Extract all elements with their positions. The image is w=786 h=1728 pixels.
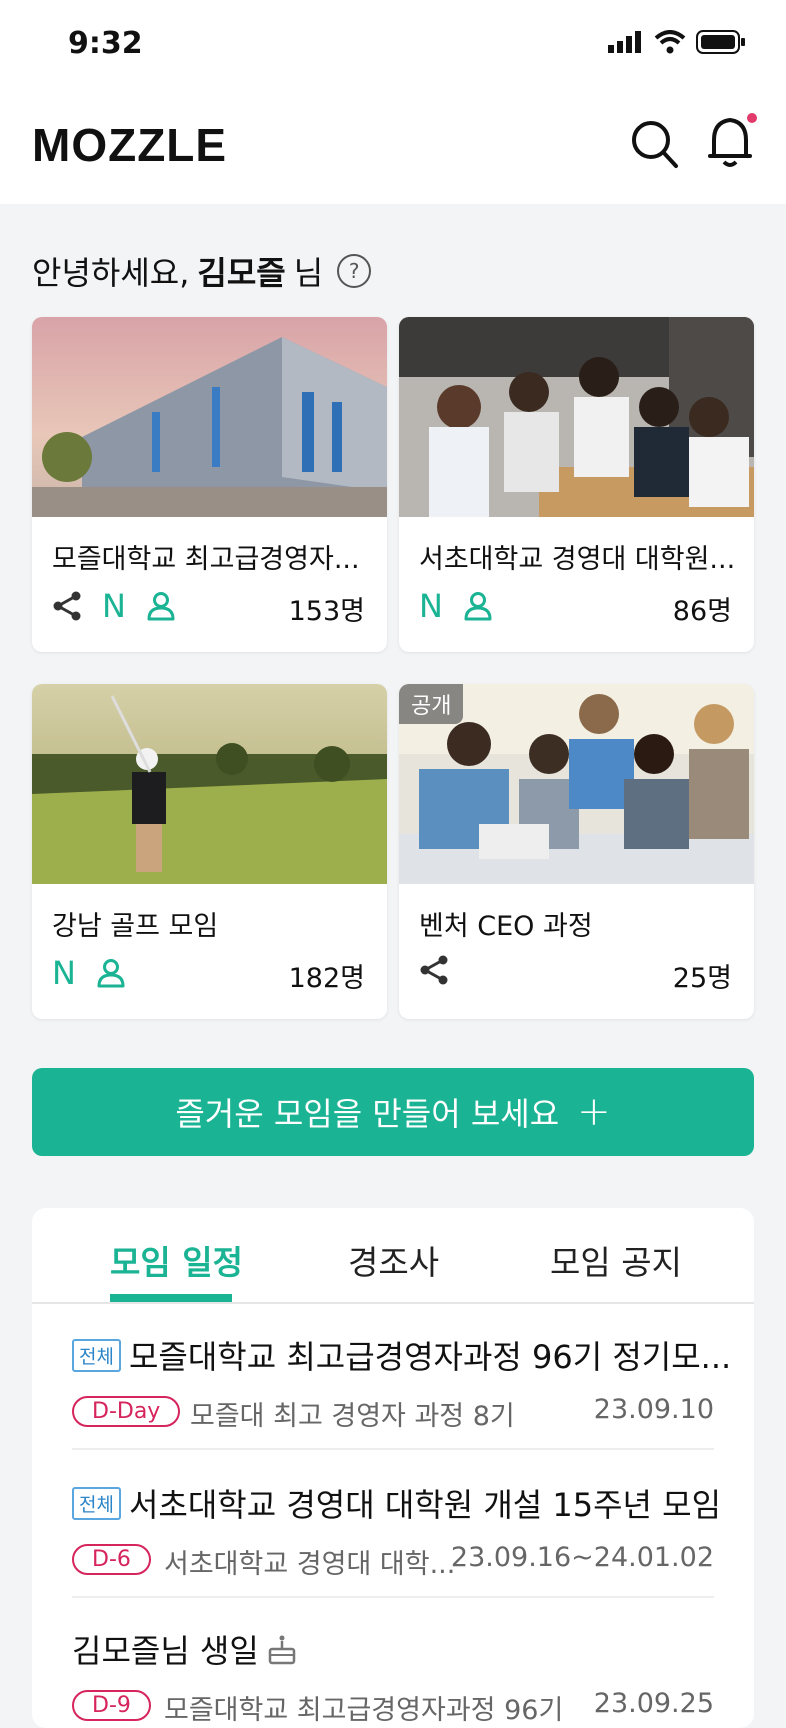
group-card[interactable]: 공개 벤처 CEO 과정 25명 — [399, 684, 754, 1019]
group-card-badges: N — [52, 954, 126, 992]
group-card-badges: N — [419, 587, 493, 625]
event-date: 23.09.10 — [593, 1394, 714, 1425]
divider — [72, 1596, 714, 1598]
event-title: 김모즐님 생일 — [72, 1632, 259, 1670]
battery-icon — [696, 30, 745, 54]
help-icon[interactable]: ? — [337, 254, 372, 288]
search-icon[interactable] — [630, 118, 680, 172]
event-group: 모즐대학교 최고급경영자과정 96기 — [164, 1695, 564, 1726]
tab-notice[interactable]: 모임 공지 — [550, 1236, 682, 1284]
event-title: 서초대학교 경영대 대학원 개설 15주년 모임 — [128, 1486, 722, 1524]
divider — [72, 1448, 714, 1450]
greeting-prefix: 안녕하세요, — [32, 254, 190, 292]
event-group: 모즐대 최고 경영자 과정 8기 — [190, 1401, 515, 1432]
public-tag: 공개 — [399, 684, 464, 724]
share-icon[interactable] — [52, 590, 82, 622]
status-icons — [608, 30, 746, 54]
group-card[interactable]: 서초대학교 경영대 대학원... N 86명 — [399, 317, 754, 652]
group-card-title: 강남 골프 모임 — [52, 911, 219, 942]
event-item[interactable]: 전체 모즐대학교 최고급경영자과정 96기 정기모... D-Day 모즐대 최… — [72, 1332, 731, 1434]
event-group: 서초대학교 경영대 대학... — [164, 1549, 456, 1580]
app-logo[interactable]: MOZZLE — [32, 118, 227, 172]
dday-badge: D-6 — [72, 1544, 151, 1575]
group-card-badges: N — [52, 587, 176, 625]
status-bar: 9:32 — [0, 0, 786, 92]
group-card-title: 벤처 CEO 과정 — [419, 911, 593, 942]
group-card[interactable]: 강남 골프 모임 N 182명 — [32, 684, 387, 1019]
greeting-suffix: 님 — [293, 254, 324, 292]
group-card-badges — [419, 954, 449, 986]
new-badge: N — [52, 954, 76, 992]
event-title: 모즐대학교 최고급경영자과정 96기 정기모... — [128, 1338, 732, 1376]
notification-dot — [747, 113, 757, 123]
wifi-icon — [654, 30, 686, 54]
member-icon — [464, 592, 492, 621]
create-group-label: 즐거운 모임을 만들어 보세요 — [175, 1095, 560, 1133]
group-card-image: 공개 — [399, 684, 754, 884]
group-card[interactable]: 모즐대학교 최고급경영자... N 153명 — [32, 317, 387, 652]
event-item[interactable]: 전체 서초대학교 경영대 대학원 개설 15주년 모임 D-6 서초대학교 경영… — [72, 1480, 721, 1582]
create-group-button[interactable]: 즐거운 모임을 만들어 보세요 + — [32, 1068, 754, 1156]
event-date: 23.09.16~24.01.02 — [450, 1542, 714, 1573]
group-card-image — [32, 684, 387, 884]
app-header: MOZZLE — [0, 92, 786, 204]
tab-condolence[interactable]: 경조사 — [348, 1236, 439, 1284]
event-item[interactable]: 김모즐님 생일 D-9 모즐대학교 최고급경영자과정 96기 23.09.25 — [72, 1626, 714, 1728]
group-card-member-count: 25명 — [672, 963, 732, 994]
plus-icon: + — [577, 1089, 611, 1135]
status-time: 9:32 — [68, 26, 143, 61]
greeting-name: 김모즐 — [197, 254, 286, 292]
group-card-member-count: 86명 — [672, 596, 732, 627]
dday-badge: D-9 — [72, 1690, 151, 1721]
new-badge: N — [419, 587, 443, 625]
member-icon — [147, 592, 175, 621]
group-card-image — [399, 317, 754, 517]
tab-schedule[interactable]: 모임 일정 — [110, 1236, 243, 1284]
group-card-title: 모즐대학교 최고급경영자... — [52, 544, 360, 575]
signal-icon — [608, 31, 641, 53]
event-date: 23.09.25 — [593, 1688, 714, 1719]
new-badge: N — [102, 587, 126, 625]
panel-tabs: 모임 일정 경조사 모임 공지 — [32, 1208, 754, 1304]
event-scope-badge: 전체 — [72, 1338, 121, 1372]
schedule-panel: 모임 일정 경조사 모임 공지 전체 모즐대학교 최고급경영자과정 96기 정기… — [32, 1208, 754, 1728]
greeting: 안녕하세요, 김모즐 님 ? — [32, 248, 372, 294]
member-icon — [97, 959, 125, 988]
group-card-member-count: 182명 — [288, 963, 365, 994]
group-card-member-count: 153명 — [288, 596, 365, 627]
share-icon[interactable] — [419, 954, 449, 986]
dday-badge: D-Day — [72, 1396, 181, 1427]
group-card-title: 서초대학교 경영대 대학원... — [419, 544, 736, 575]
notification-bell-icon[interactable] — [706, 112, 758, 172]
active-tab-indicator — [110, 1294, 232, 1302]
birthday-cake-icon — [268, 1635, 296, 1665]
event-scope-badge: 전체 — [72, 1486, 121, 1520]
group-card-image — [32, 317, 387, 517]
